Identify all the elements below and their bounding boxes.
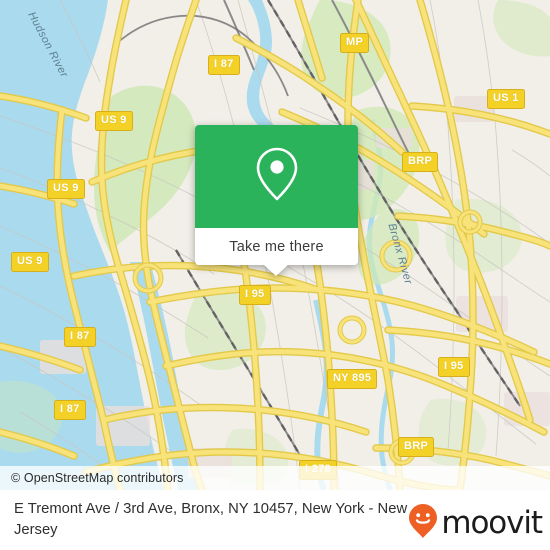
map-pin-icon bbox=[254, 145, 300, 208]
popup-card-footer[interactable]: Take me there bbox=[195, 228, 358, 265]
popup-card-tail bbox=[263, 264, 289, 276]
osm-attribution[interactable]: © OpenStreetMap contributors bbox=[0, 466, 550, 490]
shield-us9-left[interactable]: US 9 bbox=[11, 252, 49, 272]
caption-address-text: E Tremont Ave / 3rd Ave, Bronx, NY 10457… bbox=[14, 501, 408, 538]
shield-brp-upper[interactable]: BRP bbox=[402, 152, 439, 172]
moovit-wordmark: moovit bbox=[441, 505, 543, 541]
shield-i95-lower[interactable]: I 95 bbox=[438, 357, 470, 377]
location-popup-card[interactable]: Take me there bbox=[195, 125, 358, 276]
shield-i95-upper[interactable]: I 95 bbox=[239, 285, 271, 305]
shield-us1[interactable]: US 1 bbox=[487, 89, 525, 109]
moovit-map-screenshot: Hudson River Bronx River I 87 MP US 1 US… bbox=[0, 0, 550, 550]
shield-brp-lower[interactable]: BRP bbox=[398, 437, 435, 457]
shield-i87-lower[interactable]: I 87 bbox=[54, 400, 86, 420]
shield-i87-top[interactable]: I 87 bbox=[208, 55, 240, 75]
shield-us9-top[interactable]: US 9 bbox=[95, 111, 133, 131]
moovit-logo[interactable]: moovit bbox=[408, 503, 543, 544]
shield-mp[interactable]: MP bbox=[340, 33, 370, 53]
moovit-pin-icon bbox=[408, 503, 438, 544]
popup-card-header bbox=[195, 125, 358, 228]
shield-us9-mid[interactable]: US 9 bbox=[47, 179, 85, 199]
popup-card-body: Take me there bbox=[195, 125, 358, 265]
shield-ny895[interactable]: NY 895 bbox=[327, 369, 378, 389]
osm-attribution-text: © OpenStreetMap contributors bbox=[11, 471, 184, 485]
caption-bar: E Tremont Ave / 3rd Ave, Bronx, NY 10457… bbox=[0, 490, 550, 550]
shield-i87-mid[interactable]: I 87 bbox=[64, 327, 96, 347]
take-me-there-button[interactable]: Take me there bbox=[229, 239, 323, 255]
